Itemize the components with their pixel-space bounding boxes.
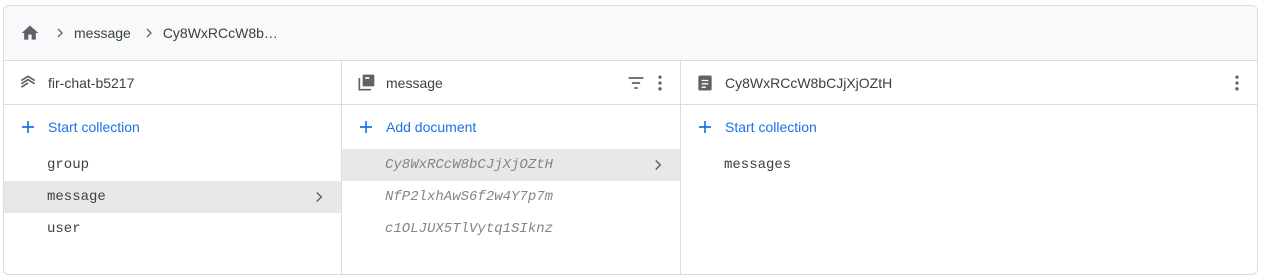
list-item-message[interactable]: message bbox=[4, 181, 341, 213]
add-document-button[interactable]: Add document bbox=[342, 105, 680, 149]
header-actions bbox=[1225, 61, 1249, 105]
add-document-label: Add document bbox=[386, 119, 477, 135]
column-header: Cy8WxRCcW8bCJjXjOZtH bbox=[681, 61, 1257, 105]
document-id: c1OLJUX5TlVytq1SIknz bbox=[385, 221, 554, 237]
column-root: fir-chat-b5217 Start collection group me… bbox=[4, 61, 342, 274]
plus-icon bbox=[356, 117, 376, 137]
document-item[interactable]: NfP2lxhAwS6f2w4Y7p7m bbox=[342, 181, 680, 213]
header-actions bbox=[624, 61, 672, 105]
column-title: fir-chat-b5217 bbox=[48, 74, 135, 91]
list-item-user[interactable]: user bbox=[4, 213, 341, 245]
document-icon bbox=[695, 73, 715, 93]
list-item-group[interactable]: group bbox=[4, 149, 341, 181]
subcollection-item-messages[interactable]: messages bbox=[681, 149, 1257, 181]
home-icon[interactable] bbox=[18, 21, 42, 45]
document-id: Cy8WxRCcW8bCJjXjOZtH bbox=[385, 157, 554, 173]
document-item[interactable]: Cy8WxRCcW8bCJjXjOZtH bbox=[342, 149, 680, 181]
firestore-data-panel: message Cy8WxRCcW8b… fir-chat-b5217 Star… bbox=[3, 5, 1258, 275]
column-document: Cy8WxRCcW8bCJjXjOZtH Start collection me… bbox=[681, 61, 1257, 274]
list-item-label: user bbox=[47, 221, 81, 237]
more-vert-icon[interactable] bbox=[1225, 71, 1249, 95]
column-title: Cy8WxRCcW8bCJjXjOZtH bbox=[725, 74, 893, 91]
column-title: message bbox=[386, 74, 443, 91]
chevron-right-icon bbox=[307, 185, 331, 209]
column-header: fir-chat-b5217 bbox=[4, 61, 341, 105]
list-item-label: group bbox=[47, 157, 90, 173]
column-header: message bbox=[342, 61, 680, 105]
start-collection-button[interactable]: Start collection bbox=[681, 105, 1257, 149]
start-collection-label: Start collection bbox=[725, 119, 817, 135]
database-stack-icon bbox=[18, 73, 38, 93]
data-columns: fir-chat-b5217 Start collection group me… bbox=[4, 61, 1257, 274]
collection-icon bbox=[356, 73, 376, 93]
filter-icon[interactable] bbox=[624, 71, 648, 95]
list-item-label: message bbox=[47, 189, 106, 205]
plus-icon bbox=[695, 117, 715, 137]
chevron-right-icon bbox=[48, 21, 72, 45]
document-item[interactable]: c1OLJUX5TlVytq1SIknz bbox=[342, 213, 680, 245]
start-collection-label: Start collection bbox=[48, 119, 140, 135]
breadcrumb: message Cy8WxRCcW8b… bbox=[4, 6, 1257, 61]
list-item-label: messages bbox=[724, 157, 792, 173]
start-collection-button[interactable]: Start collection bbox=[4, 105, 341, 149]
column-collection: message Add document Cy8WxRCcW8bCJjXjOZt… bbox=[342, 61, 681, 274]
document-id: NfP2lxhAwS6f2w4Y7p7m bbox=[385, 189, 554, 205]
chevron-right-icon bbox=[646, 153, 670, 177]
plus-icon bbox=[18, 117, 38, 137]
breadcrumb-item-document[interactable]: Cy8WxRCcW8b… bbox=[163, 25, 278, 41]
more-vert-icon[interactable] bbox=[648, 71, 672, 95]
chevron-right-icon bbox=[137, 21, 161, 45]
breadcrumb-item-collection[interactable]: message bbox=[74, 25, 131, 41]
